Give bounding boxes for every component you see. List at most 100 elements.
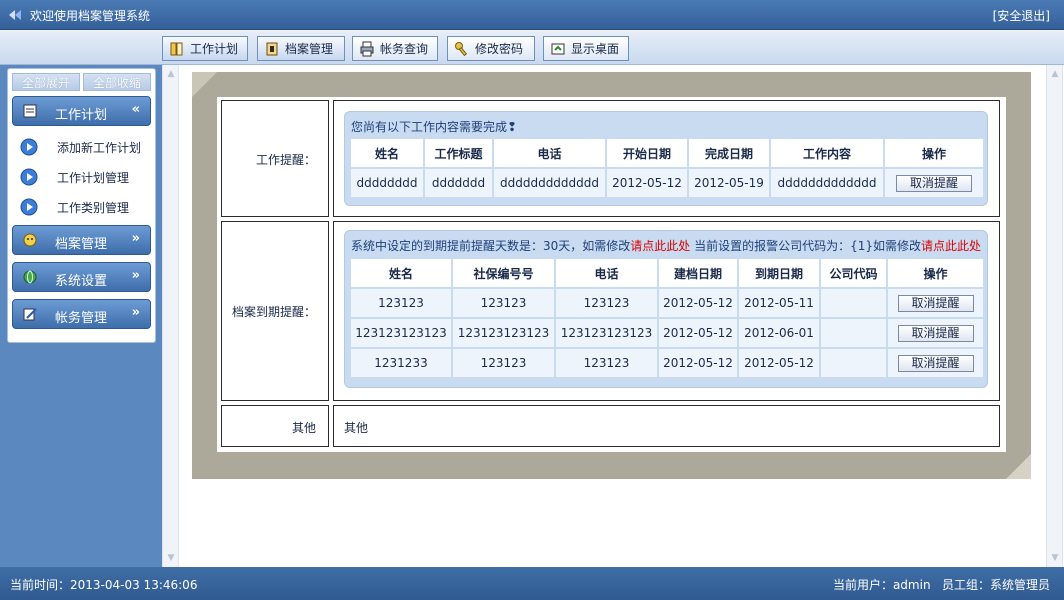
title-bar: 欢迎使用档案管理系统 [安全退出] xyxy=(0,0,1064,30)
book-icon xyxy=(170,42,183,55)
table-cell: 取消提醒 xyxy=(888,289,983,319)
list-icon xyxy=(23,104,37,118)
work-reminder-heading: 您尚有以下工作内容需要完成❢ xyxy=(351,120,518,134)
logout-link[interactable]: [安全退出] xyxy=(993,7,1050,24)
table-cell: 2012-06-01 xyxy=(739,319,821,349)
column-header: 社保编号号 xyxy=(453,259,556,289)
table-cell: 123123 xyxy=(453,349,556,379)
work-reminder-table: 姓名 工作标题 电话 开始日期 完成日期 工作内容 操作 dddddddd dd… xyxy=(351,139,983,199)
cancel-reminder-button[interactable]: 取消提醒 xyxy=(897,294,974,312)
sidebar-menu-system-settings[interactable]: 系统设置 » xyxy=(12,262,151,292)
column-header: 建档日期 xyxy=(659,259,739,289)
sidebar-area: 全部展开 全部收缩 工作计划 « 添加新工作计划 工作计划管理 工作类别管理 档… xyxy=(0,65,162,567)
other-label: 其他 xyxy=(291,421,316,435)
column-header: 电话 xyxy=(556,259,659,289)
other-label-cell: 其他 xyxy=(221,405,329,447)
column-header: 操作 xyxy=(885,139,983,169)
scroll-down-icon[interactable]: ▼ xyxy=(1050,553,1060,563)
cancel-reminder-button[interactable]: 取消提醒 xyxy=(897,324,974,342)
table-cell: 2012-05-12 xyxy=(659,319,739,349)
scroll-down-icon[interactable]: ▼ xyxy=(166,553,176,563)
toolbar-archive-button[interactable]: 档案管理 xyxy=(257,36,345,61)
status-bar: 当前时间：2013-04-03 13:46:06 当前用户：admin 员工组：… xyxy=(0,567,1064,600)
chevron-down-icon: » xyxy=(131,231,140,246)
table-cell: 2012-05-19 xyxy=(689,169,771,199)
column-header: 工作内容 xyxy=(771,139,885,169)
right-scrollbar[interactable]: ▲ ▼ xyxy=(1046,65,1063,567)
cancel-reminder-button[interactable]: 取消提醒 xyxy=(897,354,974,372)
table-cell: 123123 xyxy=(556,349,659,379)
archive-reminder-label-cell: 档案到期提醒： xyxy=(221,221,329,401)
play-circle-icon xyxy=(20,138,38,156)
archive-reminder-label: 档案到期提醒： xyxy=(231,305,316,319)
cancel-reminder-button[interactable]: 取消提醒 xyxy=(896,174,972,192)
column-header: 电话 xyxy=(494,139,607,169)
table-cell xyxy=(821,319,888,349)
globe-icon xyxy=(23,270,37,284)
work-reminder-panel: 您尚有以下工作内容需要完成❢ 姓名 工作标题 电话 开始日期 完成日期 工作内容 xyxy=(344,111,988,206)
sidebar-item-work-category-manage[interactable]: 工作类别管理 xyxy=(18,196,150,218)
edit-days-link[interactable]: 请点此此处 xyxy=(630,239,690,253)
column-header: 开始日期 xyxy=(607,139,689,169)
sidebar-item-work-plan-manage[interactable]: 工作计划管理 xyxy=(18,166,150,188)
table-cell: 123123 xyxy=(453,289,556,319)
column-header: 姓名 xyxy=(351,139,425,169)
table-row: 1231233 123123 123123 2012-05-12 2012-05… xyxy=(351,349,983,379)
other-content: 其他 xyxy=(344,421,369,435)
chevron-up-icon: « xyxy=(131,102,140,117)
sidebar-menu-work-plan[interactable]: 工作计划 « xyxy=(12,96,151,126)
table-cell: 2012-05-12 xyxy=(607,169,689,199)
table-row: 123123 123123 123123 2012-05-12 2012-05-… xyxy=(351,289,983,319)
toolbar-account-query-button[interactable]: 帐务查询 xyxy=(352,36,438,61)
table-cell: 取消提醒 xyxy=(885,169,983,199)
toolbar-work-plan-button[interactable]: 工作计划 xyxy=(162,36,248,61)
sidebar-menu-archive[interactable]: 档案管理 » xyxy=(12,225,151,255)
table-cell: ddddddddddddd xyxy=(494,169,607,199)
content-frame-inner: 工作提醒： 您尚有以下工作内容需要完成❢ 姓名 工作标题 电话 开始日期 完成日… xyxy=(217,97,1006,452)
table-cell: 2012-05-11 xyxy=(739,289,821,319)
column-header: 操作 xyxy=(888,259,983,289)
table-cell: 2012-05-12 xyxy=(739,349,821,379)
printer-icon xyxy=(360,41,374,56)
current-user: 当前用户：admin 员工组：系统管理员 xyxy=(832,578,1050,592)
table-cell: 123123 xyxy=(556,289,659,319)
speaker-back-icon xyxy=(9,10,21,20)
work-reminder-content-cell: 您尚有以下工作内容需要完成❢ 姓名 工作标题 电话 开始日期 完成日期 工作内容 xyxy=(333,100,1000,217)
table-row: dddddddd ddddddd ddddddddddddd 2012-05-1… xyxy=(351,169,983,199)
table-cell: dddddddd xyxy=(351,169,425,199)
play-circle-icon xyxy=(20,168,38,186)
sidebar-item-add-work-plan[interactable]: 添加新工作计划 xyxy=(18,136,150,158)
table-cell: ddddddd xyxy=(425,169,494,199)
chevron-down-icon: » xyxy=(131,305,140,320)
sidebar-menu-account-manage[interactable]: 帐务管理 » xyxy=(12,299,151,329)
collapse-all-button[interactable]: 全部收缩 xyxy=(83,73,151,91)
column-header: 工作标题 xyxy=(425,139,494,169)
table-cell xyxy=(821,289,888,319)
table-cell: 123123123123 xyxy=(453,319,556,349)
folder-icon xyxy=(266,42,278,55)
content-frame: 工作提醒： 您尚有以下工作内容需要完成❢ 姓名 工作标题 电话 开始日期 完成日… xyxy=(192,72,1031,479)
archive-reminder-content-cell: 系统中设定的到期提前提醒天数是：30天，如需修改请点此此处 当前设置的报警公司代… xyxy=(333,221,1000,401)
table-cell: 123123123123 xyxy=(351,319,453,349)
table-cell: 取消提醒 xyxy=(888,349,983,379)
edit-company-code-link[interactable]: 请点此此处 xyxy=(921,239,981,253)
table-cell: 2012-05-12 xyxy=(659,349,739,379)
smiley-icon xyxy=(23,233,37,247)
edit-icon xyxy=(23,308,37,321)
table-row: 123123123123 123123123123 123123123123 2… xyxy=(351,319,983,349)
table-header-row: 姓名 工作标题 电话 开始日期 完成日期 工作内容 操作 xyxy=(351,139,983,169)
app-title: 欢迎使用档案管理系统 xyxy=(30,9,151,23)
chevron-down-icon: » xyxy=(131,268,140,283)
left-scrollbar[interactable]: ▲ ▼ xyxy=(162,65,179,567)
toolbar-show-desktop-button[interactable]: 显示桌面 xyxy=(543,36,629,61)
sidebar: 全部展开 全部收缩 工作计划 « 添加新工作计划 工作计划管理 工作类别管理 档… xyxy=(7,68,156,343)
column-header: 完成日期 xyxy=(689,139,771,169)
expand-all-button[interactable]: 全部展开 xyxy=(12,73,80,91)
work-reminder-label: 工作提醒： xyxy=(255,153,316,167)
archive-reminder-panel: 系统中设定的到期提前提醒天数是：30天，如需修改请点此此处 当前设置的报警公司代… xyxy=(344,230,988,388)
main-content: ▲ ▼ ▲ ▼ 工作提醒： 您尚有以下工作内容需要完成❢ 姓名 工作标题 电话 … xyxy=(162,65,1064,567)
scroll-up-icon[interactable]: ▲ xyxy=(1050,69,1060,79)
toolbar-change-password-button[interactable]: 修改密码 xyxy=(447,36,535,61)
scroll-up-icon[interactable]: ▲ xyxy=(166,69,176,79)
exclamation-icon: ❢ xyxy=(507,120,518,134)
